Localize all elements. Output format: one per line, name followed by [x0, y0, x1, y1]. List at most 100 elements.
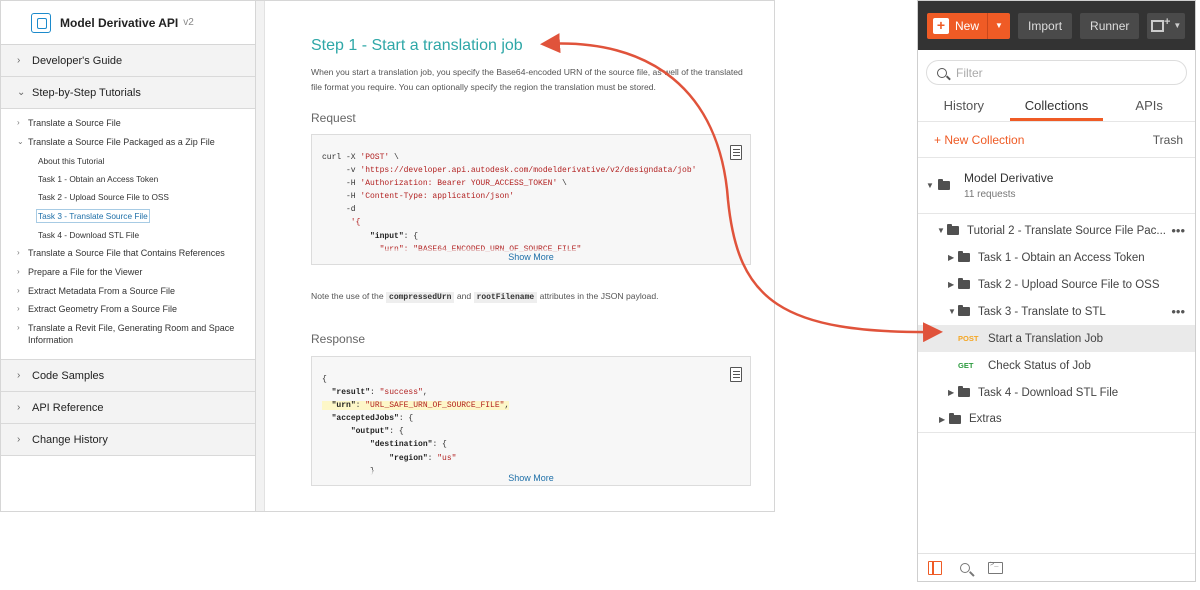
tutorial-label: Task 1 - Obtain an Access Token	[38, 173, 159, 184]
collection-name: Model Derivative	[964, 171, 1054, 185]
console-icon[interactable]	[988, 561, 1003, 574]
request-check-status[interactable]: GET Check Status of Job	[918, 352, 1195, 379]
tutorial-item[interactable]: › Extract Geometry From a Source File	[1, 303, 255, 315]
tutorial-label: Extract Metadata From a Source File	[28, 285, 176, 296]
toggle-sidebar-icon[interactable]	[928, 560, 942, 575]
sidebar-gutter	[256, 1, 265, 511]
request-start-translation-job[interactable]: POST Start a Translation Job	[918, 325, 1195, 352]
folder-label: Task 3 - Translate to STL	[978, 305, 1106, 318]
tutorial-item[interactable]: › Prepare a File for the Viewer	[1, 266, 255, 278]
caret-right-icon: ▶	[948, 280, 955, 289]
new-window-icon	[1151, 16, 1170, 32]
folder-label: Extras	[969, 413, 1002, 425]
folder-icon	[958, 386, 970, 397]
folder-label: Tutorial 2 - Translate Source File Pac..…	[967, 224, 1166, 237]
chevron-right-icon: ›	[17, 55, 21, 66]
tutorial-item[interactable]: ⌄ Translate a Source File Packaged as a Z…	[1, 136, 255, 148]
new-collection-button[interactable]: + New Collection	[934, 133, 1024, 147]
folder-task-2[interactable]: ▶ Task 2 - Upload Source File to OSS	[918, 271, 1195, 298]
tutorial-item[interactable]: › Translate a Source File that Contains R…	[1, 247, 255, 259]
tutorial-subitem[interactable]: About this Tutorial	[1, 155, 255, 167]
more-options-icon[interactable]: •••	[1171, 304, 1185, 319]
caret-right-icon: ▶	[948, 388, 955, 397]
folder-icon	[958, 278, 970, 289]
copy-icon[interactable]	[730, 367, 742, 382]
tutorial-item[interactable]: › Extract Metadata From a Source File	[1, 285, 255, 297]
payload-note: Note the use of the compressedUrn and ro…	[311, 291, 659, 303]
section-label: Step-by-Step Tutorials	[32, 86, 141, 99]
request-label: Check Status of Job	[988, 359, 1091, 372]
more-options-icon[interactable]: •••	[1171, 223, 1185, 238]
folder-icon	[949, 412, 961, 424]
tutorial-label: About this Tutorial	[38, 155, 105, 166]
find-icon[interactable]	[960, 562, 970, 573]
caret-right-icon: ▶	[939, 414, 946, 424]
folder-task-3[interactable]: ▼ Task 3 - Translate to STL •••	[918, 298, 1195, 325]
postman-footer	[918, 553, 1195, 581]
chevron-down-icon: ⌄	[17, 136, 24, 146]
request-code-block: curl -X 'POST' \ -v 'https://developer.a…	[311, 134, 751, 265]
folder-tutorial-2[interactable]: ▼ Tutorial 2 - Translate Source File Pac…	[918, 217, 1195, 244]
chevron-down-icon[interactable]: ▼	[987, 12, 1010, 39]
folder-label: Task 4 - Download STL File	[978, 386, 1119, 399]
folder-task-4[interactable]: ▶ Task 4 - Download STL File	[918, 379, 1195, 406]
page-title: Step 1 - Start a translation job	[311, 37, 523, 54]
postman-panel: + New ▼ Import Runner ▼ Filter History C…	[917, 0, 1196, 582]
tutorial-item[interactable]: › Translate a Source File	[1, 117, 255, 129]
tutorial-label: Translate a Source File Packaged as a Zi…	[28, 136, 215, 147]
folder-task-1[interactable]: ▶ Task 1 - Obtain an Access Token	[918, 244, 1195, 271]
tutorial-subitem[interactable]: Task 1 - Obtain an Access Token	[1, 173, 255, 185]
collection-icon	[938, 179, 950, 190]
tutorial-label: Prepare a File for the Viewer	[28, 266, 143, 277]
chevron-down-icon: ⌄	[17, 87, 26, 98]
model-derivative-logo-icon	[31, 12, 51, 33]
tutorial-label: Translate a Revit File, Generating Room …	[28, 323, 235, 346]
caret-right-icon: ▶	[948, 253, 955, 262]
chevron-right-icon: ›	[17, 323, 20, 333]
caret-down-icon: ▼	[948, 307, 956, 316]
folder-extras[interactable]: ▶ Extras	[918, 406, 1195, 433]
tutorial-subitem[interactable]: Task 4 - Download STL File	[1, 229, 255, 241]
tutorial-subitem[interactable]: Task 2 - Upload Source File to OSS	[1, 191, 255, 203]
intro-paragraph: When you start a translation job, you sp…	[311, 67, 743, 92]
tutorial-item[interactable]: › Translate a Revit File, Generating Room…	[1, 322, 255, 346]
postman-toolbar: + New ▼ Import Runner ▼	[918, 1, 1195, 50]
collection-request-count: 11 requests	[964, 189, 1016, 200]
trash-button[interactable]: Trash	[1153, 133, 1183, 147]
copy-icon[interactable]	[730, 145, 742, 160]
section-step-by-step-tutorials[interactable]: ⌄ Step-by-Step Tutorials	[1, 77, 255, 109]
section-label: Change History	[32, 433, 108, 446]
docs-frame: Model Derivative API v2 › Developer's Gu…	[0, 0, 775, 512]
method-badge-post: POST	[958, 334, 979, 343]
section-code-samples[interactable]: › Code Samples	[1, 360, 255, 393]
chevron-right-icon: ›	[17, 118, 20, 127]
brand[interactable]: Model Derivative API v2	[1, 1, 255, 45]
code-compressed-urn: compressedUrn	[386, 292, 455, 303]
section-api-reference[interactable]: › API Reference	[1, 392, 255, 425]
show-more-link[interactable]: Show More	[312, 249, 750, 262]
search-icon	[937, 67, 947, 78]
chevron-right-icon: ›	[17, 434, 21, 446]
tutorial-subitem-selected[interactable]: Task 3 - Translate Source File	[1, 208, 255, 223]
section-developers-guide[interactable]: › Developer's Guide	[1, 45, 255, 77]
chevron-right-icon: ›	[17, 370, 21, 382]
postman-tabs: History Collections APIs	[918, 92, 1195, 122]
request-label: Start a Translation Job	[988, 332, 1104, 345]
new-button[interactable]: + New ▼	[927, 12, 1011, 39]
collection-model-derivative[interactable]: ▼ Model Derivative 11 requests	[918, 158, 1195, 214]
section-change-history[interactable]: › Change History	[1, 424, 255, 457]
new-window-button[interactable]: ▼	[1147, 12, 1186, 39]
new-button-label: New	[955, 18, 980, 33]
tab-history[interactable]: History	[918, 92, 1010, 121]
filter-input[interactable]: Filter	[926, 60, 1187, 85]
request-heading: Request	[311, 111, 356, 125]
show-more-link[interactable]: Show More	[312, 470, 750, 483]
collection-tree: ▼ Tutorial 2 - Translate Source File Pac…	[918, 214, 1195, 433]
folder-label: Task 1 - Obtain an Access Token	[978, 251, 1145, 264]
caret-down-icon: ▼	[937, 226, 945, 235]
runner-button[interactable]: Runner	[1080, 12, 1140, 39]
tab-apis[interactable]: APIs	[1103, 92, 1195, 121]
method-badge-get: GET	[958, 361, 974, 370]
tab-collections[interactable]: Collections	[1009, 92, 1104, 121]
import-button[interactable]: Import	[1018, 12, 1073, 39]
